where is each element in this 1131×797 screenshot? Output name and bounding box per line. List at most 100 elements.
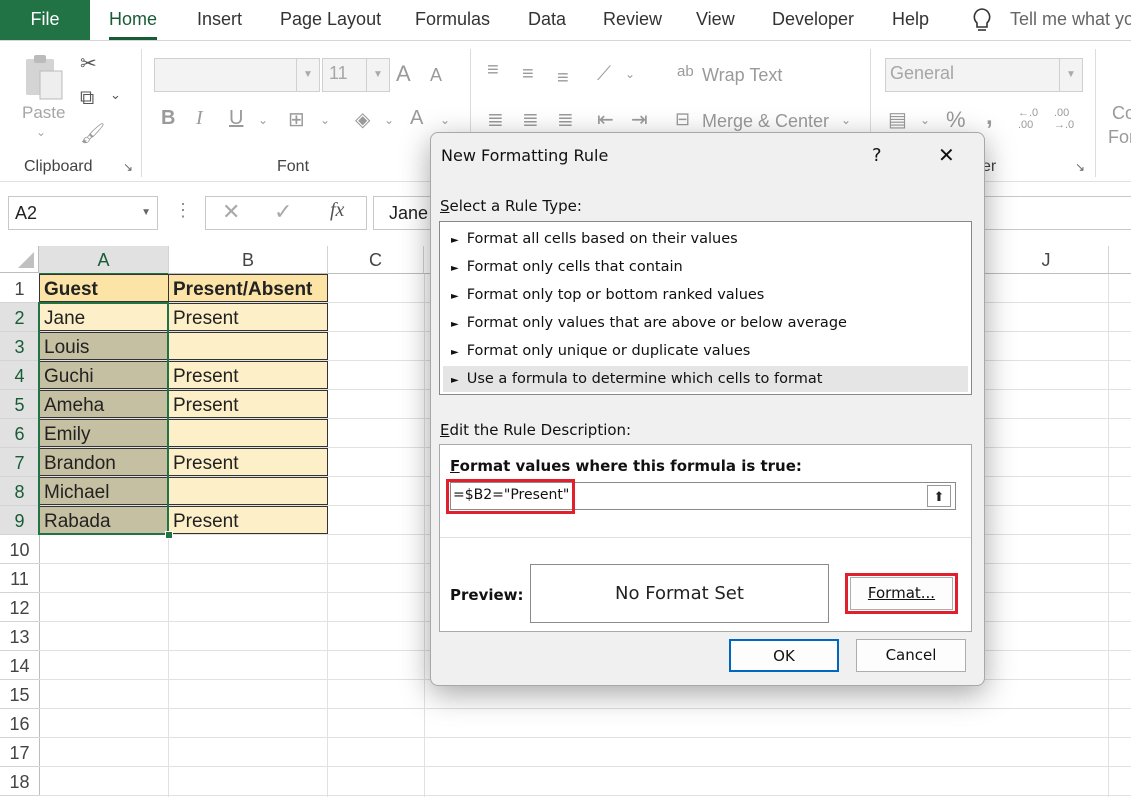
close-button[interactable]: ✕ [938,143,955,167]
align-middle-icon[interactable]: ≡ [522,63,534,86]
row-header[interactable]: 15 [0,680,40,709]
guest-cell[interactable]: Louis [39,332,169,360]
column-header-j[interactable]: J [984,246,1109,274]
cut-icon[interactable]: ✂ [80,51,97,76]
row-header[interactable]: 3 [0,332,41,361]
paste-icon[interactable] [22,53,64,101]
font-name-combo[interactable]: ▼ [154,58,320,92]
tab-review[interactable]: Review [603,0,662,40]
row-header[interactable]: 10 [0,535,40,564]
header-cell-status[interactable]: Present/Absent [168,274,328,302]
rule-type-item[interactable]: ► Format only cells that contain [443,254,968,280]
guest-cell[interactable]: Ameha [39,390,169,418]
font-color-dropdown-icon[interactable]: ⌄ [440,113,450,127]
underline-button[interactable]: U [229,107,243,130]
column-header-k[interactable] [1109,246,1131,274]
status-cell[interactable]: Present [168,506,328,534]
align-bottom-icon[interactable]: ≡ [557,67,569,90]
wrap-text-button[interactable]: Wrap Text [702,65,782,86]
status-cell[interactable]: Present [168,448,328,476]
tab-view[interactable]: View [696,0,735,40]
borders-dropdown-icon[interactable]: ⌄ [320,113,330,127]
column-header-a[interactable]: A [39,246,169,275]
cancel-button[interactable]: Cancel [856,639,966,672]
percent-style-icon[interactable]: % [946,107,966,133]
fill-color-icon[interactable]: ◈ [355,107,370,132]
row-header[interactable]: 17 [0,738,40,767]
rule-type-item[interactable]: ► Format all cells based on their values [443,226,968,252]
guest-cell[interactable]: Guchi [39,361,169,389]
tab-home[interactable]: Home [109,0,158,40]
rule-type-item[interactable]: ► Format only values that are above or be… [443,310,968,336]
select-all-corner[interactable] [0,246,39,273]
copy-dropdown-icon[interactable]: ⌄ [110,87,121,103]
ok-button[interactable]: OK [729,639,839,672]
shrink-font-icon[interactable]: A [430,65,442,86]
rule-type-item[interactable]: ► Format only unique or duplicate values [443,338,968,364]
bold-button[interactable]: B [161,107,175,130]
header-cell-guest[interactable]: Guest [39,274,169,302]
name-box[interactable]: A2 ▼ [8,196,158,230]
merge-center-button[interactable]: Merge & Center [702,111,829,132]
row-header[interactable]: 5 [0,390,41,419]
row-header[interactable]: 14 [0,651,40,680]
row-header[interactable]: 7 [0,448,41,477]
font-color-icon[interactable]: A [410,107,423,130]
copy-icon[interactable]: ⧉ [80,87,94,110]
lightbulb-icon[interactable] [970,6,994,34]
borders-icon[interactable]: ⊞ [288,107,305,132]
guest-cell[interactable]: Michael [39,477,169,505]
row-header[interactable]: 18 [0,767,40,796]
status-cell[interactable]: Present [168,303,328,331]
help-button[interactable]: ? [872,145,882,166]
row-header[interactable]: 16 [0,709,40,738]
font-size-combo[interactable]: 11 ▼ [322,58,390,92]
fill-dropdown-icon[interactable]: ⌄ [384,113,394,127]
guest-cell[interactable]: Jane [39,303,169,331]
grow-font-icon[interactable]: A [396,61,411,87]
row-header[interactable]: 9 [0,506,41,535]
guest-cell[interactable]: Emily [39,419,169,447]
underline-dropdown-icon[interactable]: ⌄ [258,113,268,127]
tab-formulas[interactable]: Formulas [415,0,490,40]
tab-data[interactable]: Data [528,0,566,40]
row-header[interactable]: 11 [0,564,40,593]
number-format-combo[interactable]: General ▼ [885,58,1083,92]
chevron-down-icon[interactable]: ▼ [141,197,151,229]
align-top-icon[interactable]: ≡ [487,59,499,82]
fill-handle[interactable] [165,531,173,539]
comma-style-icon[interactable]: , [986,103,993,131]
tab-help[interactable]: Help [892,0,929,40]
enter-icon[interactable]: ✓ [274,199,292,225]
status-cell[interactable] [168,332,328,360]
status-cell[interactable]: Present [168,390,328,418]
tab-developer[interactable]: Developer [772,0,854,40]
tab-page-layout[interactable]: Page Layout [280,0,381,40]
guest-cell[interactable]: Brandon [39,448,169,476]
column-header-b[interactable]: B [169,246,328,274]
status-cell[interactable]: Present [168,361,328,389]
insert-function-icon[interactable]: fx [330,199,344,222]
align-center-icon[interactable]: ≣ [522,107,539,132]
decrease-decimal-icon[interactable]: .00 →.0 [1054,107,1074,131]
decrease-indent-icon[interactable]: ⇤ [597,107,614,132]
tell-me-search[interactable]: Tell me what yo [1010,0,1131,40]
status-cell[interactable] [168,477,328,505]
tab-file[interactable]: File [0,0,90,40]
paste-dropdown-icon[interactable]: ⌄ [36,125,46,139]
increase-indent-icon[interactable]: ⇥ [631,107,648,132]
increase-decimal-icon[interactable]: ←.0 .00 [1018,107,1038,131]
format-painter-icon[interactable]: 🖌 [80,121,105,146]
accounting-format-icon[interactable]: ▤ [888,107,907,132]
orientation-icon[interactable]: ⟋ [597,63,611,86]
align-right-icon[interactable]: ≣ [557,107,574,132]
row-header[interactable]: 12 [0,593,40,622]
row-header[interactable]: 13 [0,622,40,651]
cancel-icon[interactable]: ✕ [222,199,240,225]
column-header-c[interactable]: C [328,246,424,274]
rule-type-item[interactable]: ► Format only top or bottom ranked values [443,282,968,308]
row-header[interactable]: 2 [0,303,41,332]
align-left-icon[interactable]: ≣ [487,107,504,132]
merge-dropdown-icon[interactable]: ⌄ [841,113,851,127]
tab-insert[interactable]: Insert [197,0,242,40]
